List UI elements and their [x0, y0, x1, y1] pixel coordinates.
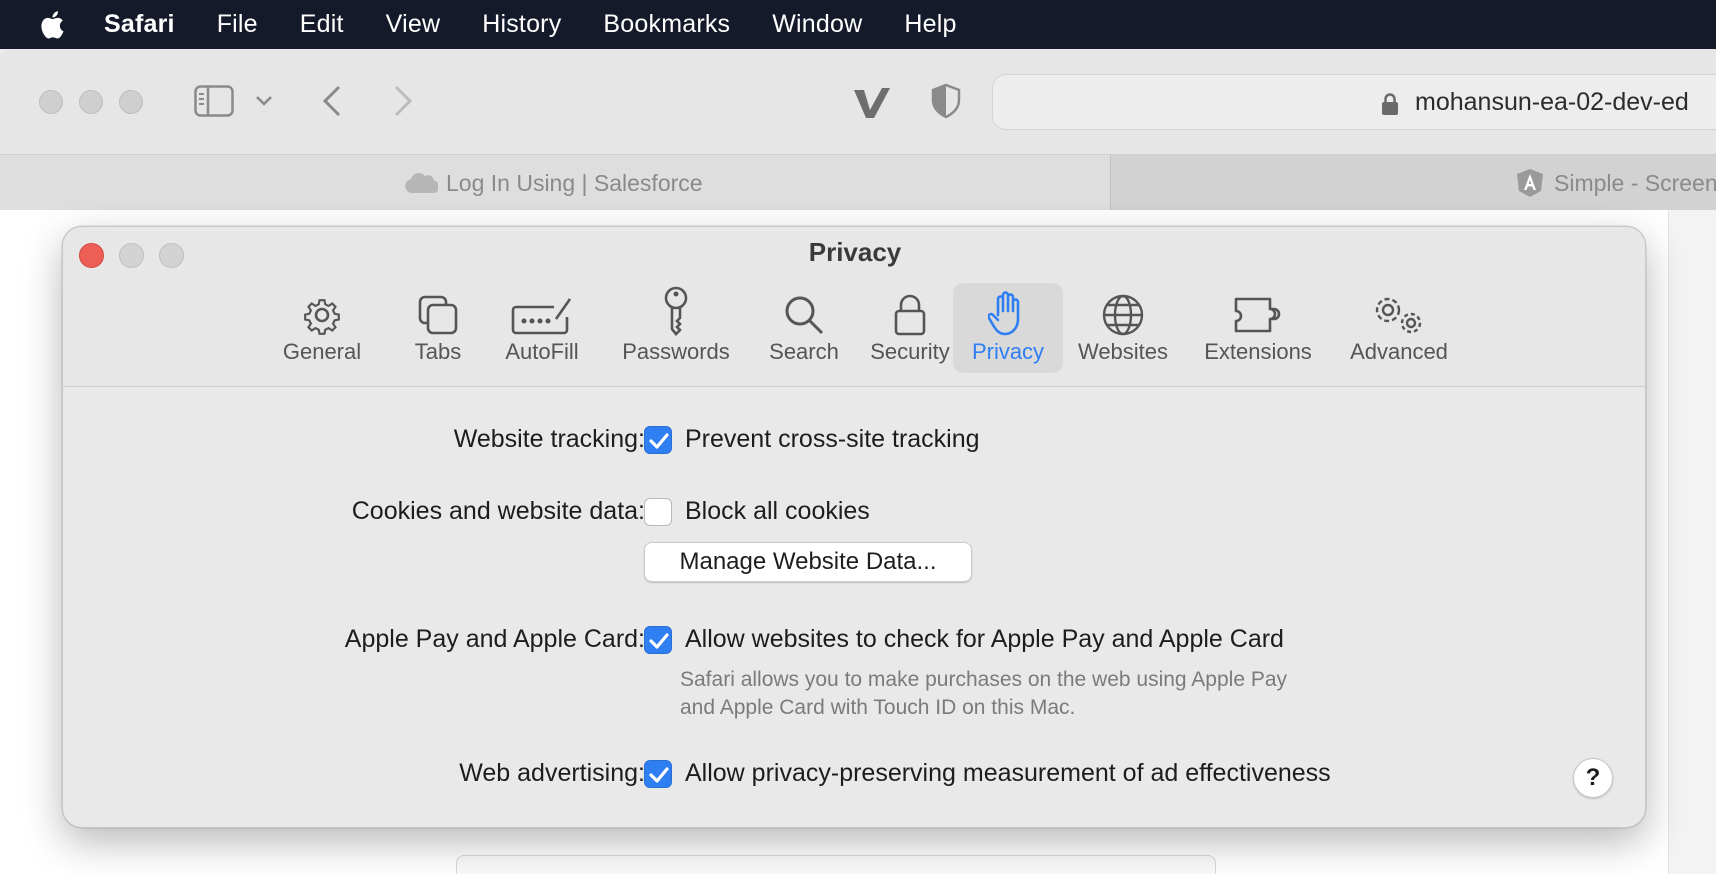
menu-safari[interactable]: Safari: [104, 10, 175, 39]
page-scrollbar[interactable]: [1668, 210, 1716, 874]
prevent-cross-site-tracking-label[interactable]: Prevent cross-site tracking: [685, 425, 980, 454]
prevent-cross-site-tracking-checkbox[interactable]: [644, 426, 672, 454]
menu-edit[interactable]: Edit: [300, 10, 344, 39]
menu-view[interactable]: View: [386, 10, 441, 39]
chevron-down-icon[interactable]: [255, 95, 273, 107]
window-title: Privacy: [808, 237, 902, 267]
help-button[interactable]: ?: [1573, 758, 1613, 798]
manage-website-data-button[interactable]: Manage Website Data...: [644, 542, 972, 582]
menu-bar: Safari File Edit View History Bookmarks …: [0, 0, 1716, 49]
web-advertising-label: Web advertising:: [459, 759, 645, 787]
window-minimize-button-inactive[interactable]: [79, 90, 103, 114]
hand-icon: [988, 291, 1020, 336]
note-line: Safari allows you to make purchases on t…: [680, 668, 1288, 691]
apple-pay-checkbox-label[interactable]: Allow websites to check for Apple Pay an…: [685, 625, 1284, 654]
window-close-button-inactive[interactable]: [39, 90, 63, 114]
autofill-icon: [511, 298, 572, 335]
tab-extensions[interactable]: Extensions: [1183, 283, 1333, 373]
tab-salesforce-login[interactable]: Log In Using | Salesforce: [404, 155, 703, 211]
angular-icon: [1517, 169, 1543, 197]
lock-icon: [894, 294, 926, 336]
apple-pay-note: Safari allows you to make purchases on t…: [680, 666, 1400, 722]
note-line: and Apple Card with Touch ID on this Mac…: [680, 696, 1076, 719]
tab-general[interactable]: General: [257, 283, 387, 373]
tab-privacy[interactable]: Privacy: [953, 283, 1063, 373]
tab-tabs[interactable]: Tabs: [393, 283, 483, 373]
tab-label: Advanced: [1350, 339, 1448, 364]
checkmark-icon: [649, 633, 669, 649]
ad-measurement-label[interactable]: Allow privacy-preserving measurement of …: [685, 759, 1331, 788]
website-tracking-label: Website tracking:: [453, 425, 645, 453]
salesforce-cloud-icon: [405, 173, 438, 194]
tab-security[interactable]: Security: [853, 283, 967, 373]
tab-label: Tabs: [414, 339, 462, 364]
tab-passwords[interactable]: Passwords: [601, 283, 751, 373]
tab-label: Search: [769, 339, 839, 364]
tab-label: Passwords: [622, 339, 730, 364]
url-text: mohansun-ea-02-dev-ed: [1415, 88, 1689, 116]
tab-autofill[interactable]: AutoFill: [487, 283, 597, 373]
back-icon[interactable]: [322, 85, 342, 117]
key-icon: [664, 286, 688, 336]
tab-label: Simple - Screen: [1554, 169, 1716, 196]
preferences-toolbar: Privacy General Tabs AutoFill Passwords …: [63, 227, 1645, 387]
vimeo-extension-icon[interactable]: [852, 84, 892, 120]
menu-help[interactable]: Help: [904, 10, 956, 39]
privacy-shield-icon[interactable]: [930, 83, 962, 119]
apple-logo-icon[interactable]: [38, 9, 70, 41]
tab-label: General: [282, 339, 362, 364]
tab-label: Extensions: [1204, 339, 1312, 364]
gear-icon: [304, 299, 340, 335]
forward-icon[interactable]: [393, 85, 413, 117]
browser-toolbar: mohansun-ea-02-dev-ed: [0, 49, 1716, 154]
sidebar-icon[interactable]: [194, 85, 234, 117]
tab-label: Security: [870, 339, 950, 364]
page-element: [456, 855, 1216, 874]
window-zoom-button-inactive[interactable]: [119, 90, 143, 114]
search-icon: [785, 296, 824, 335]
apple-pay-label: Apple Pay and Apple Card:: [344, 625, 645, 653]
checkmark-icon: [649, 767, 669, 783]
tab-simple-screen[interactable]: Simple - Screen: [1516, 155, 1716, 211]
tab-label: Log In Using | Salesforce: [446, 169, 703, 196]
checkmark-icon: [649, 433, 669, 449]
privacy-preferences-window: Privacy General Tabs AutoFill Passwords …: [62, 226, 1646, 828]
block-all-cookies-label[interactable]: Block all cookies: [685, 497, 870, 526]
puzzle-icon: [1234, 297, 1281, 333]
block-all-cookies-checkbox[interactable]: [644, 498, 672, 526]
tab-search[interactable]: Search: [753, 283, 855, 373]
menu-history[interactable]: History: [482, 10, 561, 39]
lock-icon: [1382, 93, 1398, 115]
tabs-icon: [418, 295, 458, 335]
tab-advanced[interactable]: Advanced: [1335, 283, 1463, 373]
tab-label: Privacy: [971, 339, 1045, 364]
apple-pay-checkbox[interactable]: [644, 626, 672, 654]
tab-label: Websites: [1077, 339, 1169, 364]
tab-websites[interactable]: Websites: [1065, 283, 1181, 373]
tab-label: AutoFill: [505, 339, 579, 364]
menu-bookmarks[interactable]: Bookmarks: [603, 10, 730, 39]
globe-icon: [1102, 294, 1144, 336]
menu-window[interactable]: Window: [772, 10, 862, 39]
cookies-label: Cookies and website data:: [351, 497, 645, 525]
gears-icon: [1375, 297, 1422, 334]
ad-measurement-checkbox[interactable]: [644, 760, 672, 788]
menu-file[interactable]: File: [217, 10, 258, 39]
address-bar[interactable]: mohansun-ea-02-dev-ed: [992, 74, 1716, 130]
